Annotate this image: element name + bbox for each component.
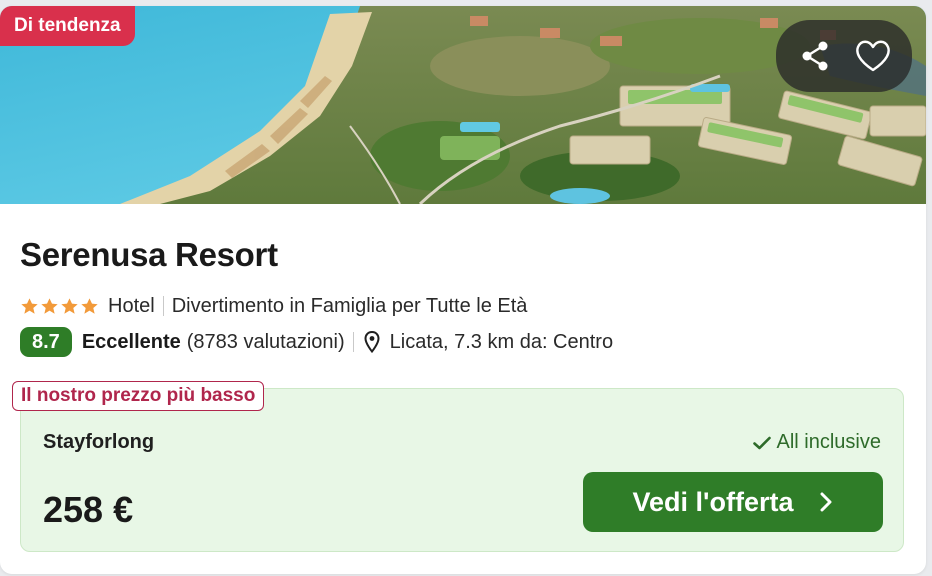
check-icon: [752, 436, 771, 449]
score-badge: 8.7: [20, 327, 72, 357]
board-type-label: All inclusive: [776, 431, 881, 453]
share-button[interactable]: [791, 32, 839, 80]
hotel-meta-row: Hotel Divertimento in Famiglia per Tutte…: [20, 292, 527, 320]
star-rating: [20, 297, 99, 316]
hotel-photo[interactable]: Di tendenza: [0, 6, 926, 204]
favorite-button[interactable]: [849, 32, 897, 80]
view-offer-label: Vedi l'offerta: [632, 486, 794, 517]
trending-badge: Di tendenza: [0, 6, 135, 46]
star-icon: [81, 297, 98, 314]
star-icon: [61, 297, 78, 314]
rating-label: Eccellente: [81, 330, 181, 353]
hotel-type: Hotel: [108, 294, 155, 317]
heart-icon: [856, 40, 890, 72]
provider-name: Stayforlong: [43, 431, 155, 453]
divider: [352, 332, 354, 352]
hotel-theme: Divertimento in Famiglia per Tutte le Et…: [171, 294, 528, 317]
hero-actions: [776, 20, 912, 92]
divider: [162, 296, 164, 316]
board-type: All inclusive: [752, 431, 881, 454]
star-icon: [41, 297, 58, 314]
chevron-right-icon: [820, 492, 832, 512]
hotel-card[interactable]: Di tendenza Serenusa Resort Hotel Divert…: [0, 6, 926, 574]
share-icon: [802, 41, 828, 71]
lowest-price-badge: Il nostro prezzo più basso: [12, 381, 265, 411]
review-count[interactable]: (8783 valutazioni): [187, 331, 345, 354]
map-pin-icon: [364, 331, 380, 353]
star-icon: [21, 297, 38, 314]
deal-box[interactable]: Stayforlong All inclusive 258 € Vedi l'o…: [20, 388, 904, 552]
deal-price: 258 €: [43, 489, 134, 530]
rating-row: 8.7 Eccellente (8783 valutazioni) Licata…: [20, 327, 613, 357]
hotel-name[interactable]: Serenusa Resort: [20, 236, 278, 274]
hotel-location[interactable]: Licata, 7.3 km da: Centro: [390, 331, 613, 354]
view-offer-button[interactable]: Vedi l'offerta: [583, 472, 883, 532]
